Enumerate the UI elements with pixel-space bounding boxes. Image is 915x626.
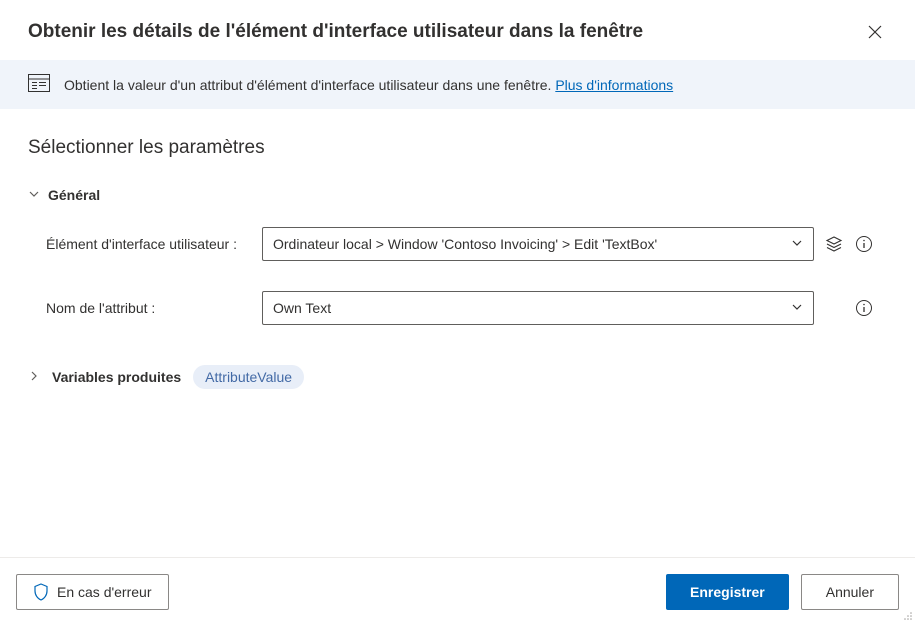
attribute-dropdown[interactable]: Own Text [262, 291, 814, 325]
save-button[interactable]: Enregistrer [666, 574, 789, 610]
form-details-icon [28, 74, 50, 95]
layers-button[interactable] [824, 234, 844, 254]
dialog-title: Obtenir les détails de l'élément d'inter… [28, 21, 643, 43]
chevron-down-icon [28, 187, 40, 203]
ui-element-controls: Ordinateur local > Window 'Contoso Invoi… [262, 227, 887, 261]
variables-label: Variables produites [52, 369, 181, 385]
ui-element-label: Élément d'interface utilisateur : [46, 236, 262, 252]
dialog-content: Sélectionner les paramètres Général Élém… [0, 109, 915, 401]
ui-element-value: Ordinateur local > Window 'Contoso Invoi… [273, 236, 657, 252]
resize-grip-icon[interactable] [903, 608, 913, 624]
layers-icon [825, 235, 843, 253]
variable-badge[interactable]: AttributeValue [193, 365, 304, 389]
info-banner: Obtient la valeur d'un attribut d'élémen… [0, 60, 915, 109]
info-icon [855, 299, 873, 317]
info-button[interactable] [854, 298, 874, 318]
general-section-header[interactable]: Général [28, 187, 887, 203]
on-error-button[interactable]: En cas d'erreur [16, 574, 169, 610]
variables-section: Variables produites AttributeValue [28, 365, 887, 389]
on-error-label: En cas d'erreur [57, 584, 152, 600]
attribute-row: Nom de l'attribut : Own Text [28, 291, 887, 325]
attribute-value: Own Text [273, 300, 331, 316]
general-label: Général [48, 187, 100, 203]
chevron-right-icon[interactable] [28, 369, 40, 385]
ui-element-row: Élément d'interface utilisateur : Ordina… [28, 227, 887, 261]
dialog-footer: En cas d'erreur Enregistrer Annuler [0, 557, 915, 626]
info-icon [855, 235, 873, 253]
chevron-down-icon [791, 236, 803, 252]
info-button[interactable] [854, 234, 874, 254]
close-icon [868, 25, 882, 39]
chevron-down-icon [791, 300, 803, 316]
info-banner-text: Obtient la valeur d'un attribut d'élémen… [64, 77, 673, 93]
cancel-button[interactable]: Annuler [801, 574, 899, 610]
close-button[interactable] [863, 20, 887, 44]
attribute-controls: Own Text [262, 291, 887, 325]
footer-actions: Enregistrer Annuler [666, 574, 899, 610]
more-info-link[interactable]: Plus d'informations [555, 77, 673, 93]
section-title: Sélectionner les paramètres [28, 137, 887, 159]
banner-description: Obtient la valeur d'un attribut d'élémen… [64, 77, 555, 93]
ui-element-dropdown[interactable]: Ordinateur local > Window 'Contoso Invoi… [262, 227, 814, 261]
shield-icon [33, 583, 49, 601]
dialog-header: Obtenir les détails de l'élément d'inter… [0, 0, 915, 56]
attribute-label: Nom de l'attribut : [46, 300, 262, 316]
